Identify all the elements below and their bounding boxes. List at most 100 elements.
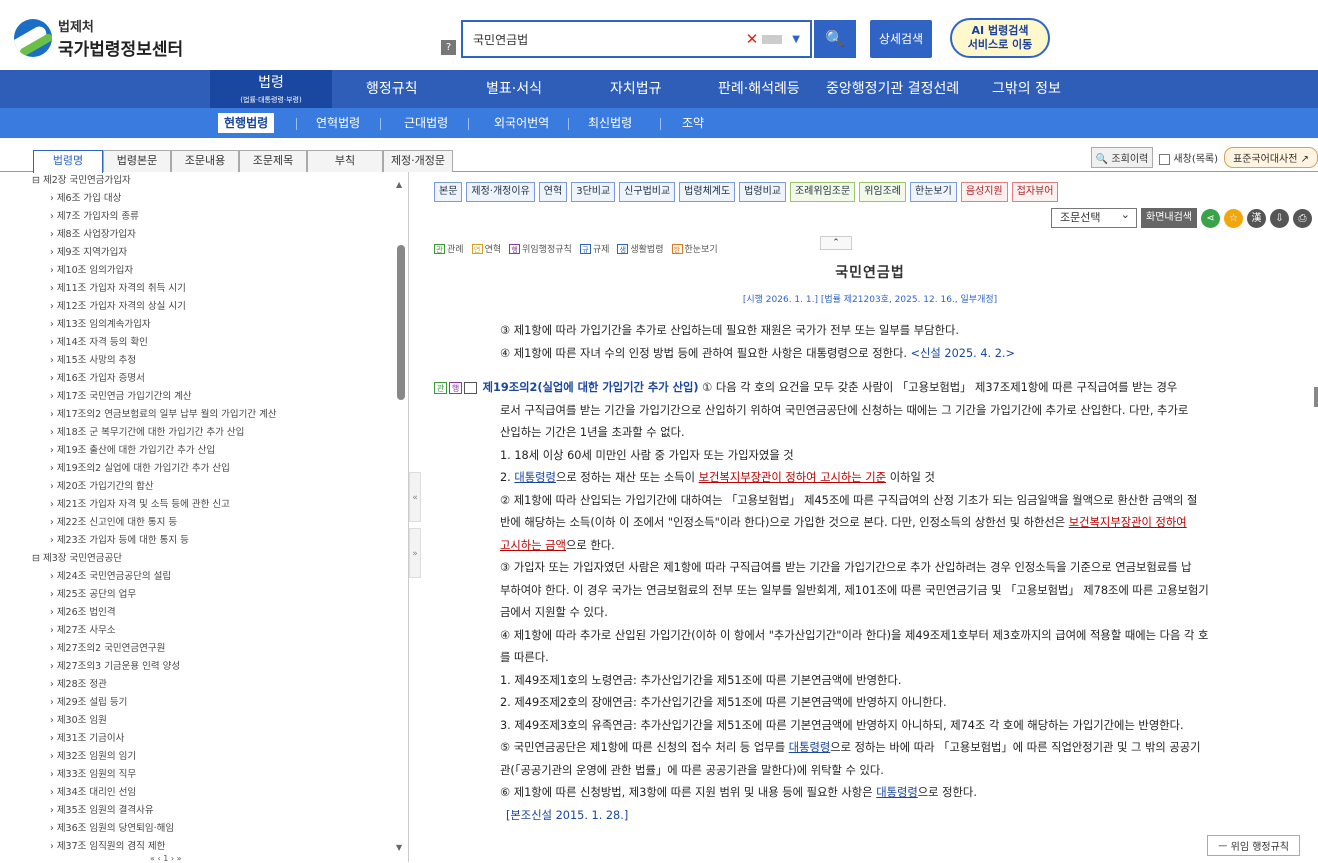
tree-article[interactable]: › 제7조 가입자의 종류: [30, 208, 408, 226]
btn-system[interactable]: 법령체계도: [679, 182, 736, 202]
law-subtitle[interactable]: [시행 2026. 1. 1.] [법률 제21203호, 2025. 12. …: [422, 292, 1318, 305]
amendment-note[interactable]: <신설 2025. 4. 2.>: [911, 347, 1015, 360]
delegated-rule-button[interactable]: ㅡ 위임 행정규칙: [1207, 835, 1300, 856]
subnav-treaty[interactable]: 조약: [676, 113, 710, 133]
tree-article[interactable]: › 제24조 국민연금공단의 설립: [30, 568, 408, 586]
help-icon[interactable]: ?: [441, 40, 456, 55]
tree-article[interactable]: › 제12조 가입자 자격의 상실 시기: [30, 298, 408, 316]
tree-article[interactable]: › 제25조 공단의 업무: [30, 586, 408, 604]
admin-rule-icon[interactable]: 행: [449, 382, 462, 394]
nav-decisions[interactable]: 중앙행정기관 결정선례: [826, 70, 959, 108]
site-logo[interactable]: 법제처 국가법령정보센터: [14, 16, 183, 60]
tree-article[interactable]: › 제16조 가입자 증명서: [30, 370, 408, 388]
tab-enactment[interactable]: 제정·개정문: [383, 150, 453, 172]
search-button[interactable]: 🔍: [814, 20, 856, 58]
tree-article[interactable]: › 제29조 설립 등기: [30, 694, 408, 712]
tree-article[interactable]: › 제23조 가입자 등에 대한 통지 등: [30, 532, 408, 550]
tree-article[interactable]: › 제17조의2 연금보험료의 일부 납부 월의 가입기간 계산: [30, 406, 408, 424]
nav-other-info[interactable]: 그밖의 정보: [992, 70, 1061, 108]
tab-article-content[interactable]: 조문내용: [171, 150, 239, 172]
tree-article[interactable]: › 제6조 가입 대상: [30, 190, 408, 208]
tree-article[interactable]: › 제27조 사무소: [30, 622, 408, 640]
tree-chapter[interactable]: ⊟ 제3장 국민연금공단: [30, 550, 408, 568]
search-input[interactable]: 국민연금법 ✕ ▼: [461, 20, 812, 58]
minister-notice-link[interactable]: 보건복지부장관이 정하여 고시하는 기준: [699, 471, 886, 484]
subnav-modern[interactable]: 근대법령: [398, 113, 454, 133]
favorite-icon[interactable]: ☆: [1224, 208, 1243, 228]
btn-overview[interactable]: 한눈보기: [910, 182, 957, 202]
btn-3way[interactable]: 3단비교: [571, 182, 616, 202]
tree-article[interactable]: › 제34조 대리인 선임: [30, 784, 408, 802]
tree-article[interactable]: › 제22조 신고인에 대한 통지 등: [30, 514, 408, 532]
tree-article[interactable]: › 제30조 임원: [30, 712, 408, 730]
tree-article[interactable]: › 제28조 정관: [30, 676, 408, 694]
hanja-icon[interactable]: 漢: [1247, 208, 1266, 228]
article-checkbox[interactable]: [464, 382, 477, 394]
scroll-down-icon[interactable]: ▼: [396, 843, 402, 852]
advanced-search-button[interactable]: 상세검색: [870, 20, 932, 58]
tab-law-name[interactable]: 법령명: [33, 150, 103, 173]
tree-article[interactable]: › 제36조 임원의 당연퇴임·해임: [30, 820, 408, 838]
new-window-option[interactable]: 새창(목록): [1159, 150, 1218, 165]
tree-article[interactable]: › 제11조 가입자 자격의 취득 시기: [30, 280, 408, 298]
tree-article[interactable]: › 제17조 국민연금 가입기간의 계산: [30, 388, 408, 406]
btn-reason[interactable]: 제정·개정이유: [466, 182, 535, 202]
search-value[interactable]: 국민연금법: [473, 31, 746, 48]
history-button[interactable]: 🔍 조회이력: [1090, 147, 1154, 168]
tab-law-body[interactable]: 법령본문: [103, 150, 171, 172]
nav-tables-forms[interactable]: 별표·서식: [486, 70, 542, 108]
btn-braille[interactable]: 접자뷰어: [1011, 182, 1059, 202]
ai-search-button[interactable]: AI 법령검색 서비스로 이동: [950, 18, 1050, 58]
btn-history[interactable]: 연혁: [538, 182, 568, 202]
presidential-decree-link[interactable]: 대통령령: [876, 786, 918, 799]
tree-scrollbar[interactable]: [397, 245, 405, 400]
screen-search-button[interactable]: 화면내검색: [1141, 208, 1197, 228]
btn-delegated-ordinance[interactable]: 위임조례: [859, 182, 906, 202]
minister-notice-link[interactable]: 보건복지부장관이 정하여: [1069, 516, 1187, 529]
collapse-left-icon[interactable]: «: [409, 472, 421, 522]
tree-article[interactable]: › 제15조 사망의 추정: [30, 352, 408, 370]
subnav-current[interactable]: 현행법령: [218, 113, 275, 133]
nav-local-laws[interactable]: 자치법규: [610, 70, 662, 108]
article-select[interactable]: 조문선택: [1051, 206, 1137, 228]
tree-article[interactable]: › 제14조 자격 등의 확인: [30, 334, 408, 352]
print-icon[interactable]: ⎙: [1293, 208, 1312, 228]
nav-precedents[interactable]: 판례·해석례등: [718, 70, 800, 108]
presidential-decree-link[interactable]: 대통령령: [514, 471, 556, 484]
btn-body[interactable]: 본문: [434, 182, 463, 202]
tree-article[interactable]: › 제35조 임원의 결격사유: [30, 802, 408, 820]
content-scrollbar[interactable]: [1314, 387, 1318, 407]
tree-chapter[interactable]: ⊟ 제2장 국민연금가입자: [30, 172, 408, 190]
tree-article[interactable]: › 제9조 지역가입자: [30, 244, 408, 262]
btn-ordinance-article[interactable]: 조례위임조문: [789, 182, 856, 202]
minister-notice-link[interactable]: 고시하는 금액: [500, 539, 566, 552]
dictionary-button[interactable]: 표준국어대사전 ↗: [1224, 147, 1318, 168]
tree-article[interactable]: › 제37조 임직원의 겸직 제한: [30, 838, 408, 856]
tree-article[interactable]: › 제31조 기금이사: [30, 730, 408, 748]
precedent-icon[interactable]: 관: [434, 382, 447, 394]
tree-article[interactable]: › 제27조의2 국민연금연구원: [30, 640, 408, 658]
tree-article[interactable]: › 제27조의3 기금운용 인력 양성: [30, 658, 408, 676]
tree-article[interactable]: › 제19조의2 실업에 대한 가입기간 추가 산입: [30, 460, 408, 478]
share-icon[interactable]: ⋖: [1201, 208, 1220, 228]
tree-article[interactable]: › 제18조 군 복무기간에 대한 가입기간 추가 산입: [30, 424, 408, 442]
collapse-header-icon[interactable]: ⌃: [820, 236, 852, 250]
nav-admin-rules[interactable]: 행정규칙: [366, 70, 418, 108]
dropdown-icon[interactable]: ▼: [792, 34, 800, 45]
subnav-history[interactable]: 연혁법령: [310, 113, 366, 133]
clear-icon[interactable]: ✕: [746, 30, 759, 48]
tree-article[interactable]: › 제20조 가입기간의 합산: [30, 478, 408, 496]
scroll-up-icon[interactable]: ▲: [396, 180, 402, 189]
download-icon[interactable]: ⇩: [1270, 208, 1289, 228]
new-window-checkbox[interactable]: [1159, 153, 1171, 165]
tree-article[interactable]: › 제32조 임원의 임기: [30, 748, 408, 766]
btn-compare[interactable]: 법령비교: [739, 182, 786, 202]
tree-article[interactable]: › 제10조 임의가입자: [30, 262, 408, 280]
presidential-decree-link[interactable]: 대통령령: [789, 741, 831, 754]
btn-old-new[interactable]: 신구법비교: [619, 182, 676, 202]
subnav-translation[interactable]: 외국어번역: [488, 113, 555, 133]
tab-addenda[interactable]: 부칙: [307, 150, 383, 172]
keyboard-icon[interactable]: [762, 34, 783, 44]
tab-article-title[interactable]: 조문제목: [239, 150, 307, 172]
subnav-latest[interactable]: 최신법령: [582, 113, 638, 133]
